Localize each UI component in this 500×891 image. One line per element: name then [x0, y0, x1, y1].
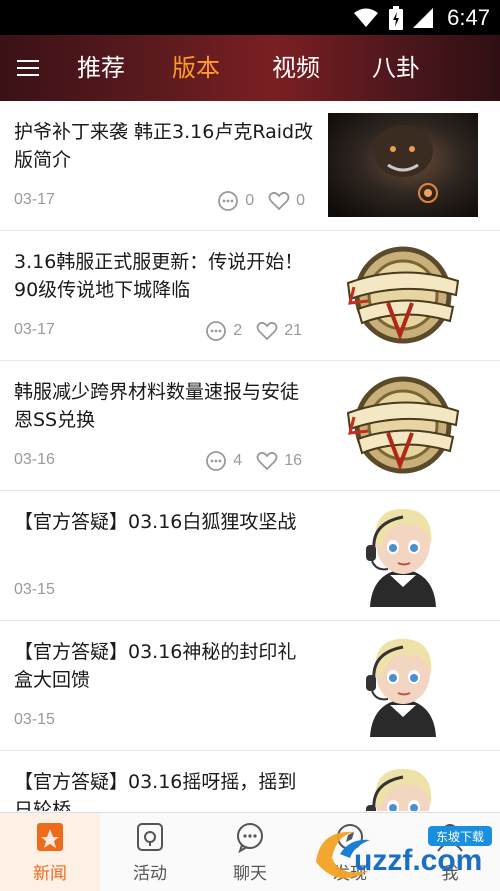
nav-chat-label: 聊天 [233, 863, 267, 884]
nav-profile[interactable]: 我 [400, 813, 500, 891]
nav-discover[interactable]: 发现 [300, 813, 400, 891]
tab-video[interactable]: 视频 [246, 35, 346, 101]
nav-chat[interactable]: 聊天 [200, 813, 300, 891]
wifi-icon [354, 8, 379, 27]
article-title: 【官方答疑】03.16白狐狸攻坚战 [14, 511, 297, 533]
heart-icon [268, 191, 290, 211]
article-title: 3.16韩服正式服更新：传说开始！90级传说地下城降临 [14, 251, 304, 301]
nav-activity[interactable]: 活动 [100, 813, 200, 891]
status-bar: 6:47 [0, 0, 500, 35]
comment-count: 2 [233, 322, 243, 339]
discover-icon [337, 823, 363, 850]
article-title: 韩服减少跨界材料数量速报与安徒恩SS兑换 [14, 381, 300, 431]
heart-icon [256, 321, 278, 341]
comment-icon [218, 191, 239, 211]
article-title: 【官方答疑】03.16摇呀摇，摇到日轮桥 [14, 771, 297, 811]
article-thumbnail [328, 763, 478, 811]
battery-icon [389, 5, 404, 30]
article-thumbnail [328, 503, 478, 607]
top-tab-bar: 推荐 版本 视频 八卦 [0, 35, 500, 101]
article-stats: 4 16 [205, 451, 302, 471]
status-time: 6:47 [447, 4, 490, 30]
nav-profile-label: 我 [441, 863, 459, 884]
bottom-nav: 新闻 活动 聊天 发现 我 [0, 812, 500, 891]
heart-icon [256, 451, 278, 471]
article-thumbnail [328, 243, 478, 347]
article-stats: 2 21 [205, 321, 302, 341]
news-icon [37, 822, 63, 851]
article-list[interactable]: 护爷补丁来袭 韩正3.16卢克Raid改版简介 03-17 0 0 3.16韩服… [0, 101, 500, 811]
tab-gossip[interactable]: 八卦 [346, 35, 446, 101]
article-date: 03-15 [14, 711, 55, 728]
article-date: 03-17 [14, 321, 55, 338]
article-item[interactable]: 韩服减少跨界材料数量速报与安徒恩SS兑换 03-16 4 16 [0, 361, 500, 491]
comment-icon [206, 451, 227, 471]
tab-recommend[interactable]: 推荐 [56, 35, 146, 101]
comment-count: 4 [233, 452, 243, 469]
article-date: 03-17 [14, 191, 55, 208]
signal-icon [413, 7, 434, 28]
comment-count: 0 [245, 192, 255, 209]
article-thumbnail [328, 633, 478, 737]
chat-icon [237, 822, 263, 853]
article-title: 护爷补丁来袭 韩正3.16卢克Raid改版简介 [14, 121, 314, 171]
comment-icon [206, 321, 227, 341]
article-item[interactable]: 3.16韩服正式服更新：传说开始！90级传说地下城降临 03-17 2 21 [0, 231, 500, 361]
article-item[interactable]: 【官方答疑】03.16白狐狸攻坚战 03-15 [0, 491, 500, 621]
nav-activity-label: 活动 [133, 863, 167, 884]
like-count: 16 [284, 452, 302, 469]
article-stats: 0 0 [217, 191, 305, 211]
article-item[interactable]: 护爷补丁来袭 韩正3.16卢克Raid改版简介 03-17 0 0 [0, 101, 500, 231]
article-thumbnail [328, 373, 478, 477]
profile-icon [437, 823, 463, 852]
activity-icon [137, 822, 163, 851]
nav-discover-label: 发现 [333, 863, 367, 884]
article-item[interactable]: 【官方答疑】03.16摇呀摇，摇到日轮桥 [0, 751, 500, 811]
nav-news-label: 新闻 [33, 863, 67, 884]
menu-icon[interactable] [0, 35, 56, 101]
like-count: 21 [284, 322, 302, 339]
like-count: 0 [296, 192, 305, 209]
article-date: 03-15 [14, 581, 55, 598]
nav-news[interactable]: 新闻 [0, 813, 100, 891]
tab-version[interactable]: 版本 [146, 35, 246, 101]
article-title: 【官方答疑】03.16神秘的封印礼盒大回馈 [14, 641, 297, 691]
article-item[interactable]: 【官方答疑】03.16神秘的封印礼盒大回馈 03-15 [0, 621, 500, 751]
article-thumbnail [328, 113, 478, 217]
article-date: 03-16 [14, 451, 55, 468]
